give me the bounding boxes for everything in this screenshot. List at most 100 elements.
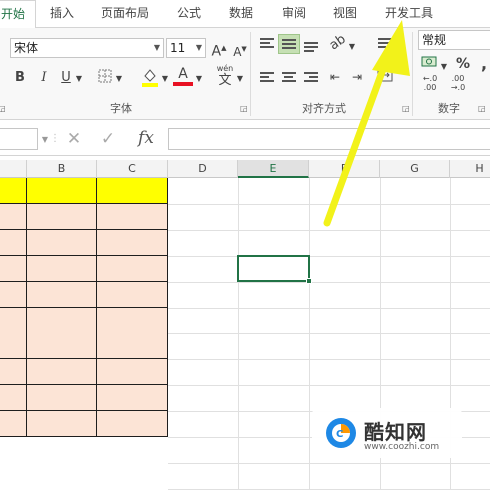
- font-color-button[interactable]: A: [173, 66, 193, 88]
- formula-input[interactable]: [168, 128, 490, 150]
- table-cell[interactable]: [0, 178, 27, 204]
- insert-function-icon[interactable]: fx: [134, 129, 158, 147]
- table-cell[interactable]: [97, 256, 168, 282]
- table-cell[interactable]: [0, 359, 27, 385]
- font-size-select[interactable]: 11 ▼: [166, 38, 206, 58]
- table-cell[interactable]: [27, 411, 97, 437]
- font-name-select[interactable]: 宋体 ▼: [10, 38, 164, 58]
- increase-decimal-icon: ←.0: [422, 74, 438, 83]
- table-cell[interactable]: [0, 411, 27, 437]
- tab-insert[interactable]: 插入: [50, 0, 74, 28]
- table-cell[interactable]: [27, 178, 97, 204]
- font-color-chevron-icon[interactable]: ▼: [195, 70, 203, 88]
- table-cell[interactable]: [0, 204, 27, 230]
- align-bottom-icon[interactable]: [304, 42, 318, 54]
- table-cell[interactable]: [97, 385, 168, 411]
- font-size-value: 11: [170, 41, 186, 55]
- increase-indent-icon[interactable]: ⇥: [348, 68, 366, 86]
- tab-formulas[interactable]: 公式: [177, 0, 201, 28]
- increase-decimal-button[interactable]: ←.0 .00: [418, 74, 442, 92]
- cancel-entry-icon[interactable]: ✕: [64, 130, 84, 148]
- name-box-chevron-icon[interactable]: ▼: [40, 131, 50, 149]
- underline-chevron-icon[interactable]: ▼: [75, 70, 83, 88]
- merge-center-button[interactable]: [376, 68, 394, 88]
- active-cell-e4[interactable]: [237, 255, 312, 284]
- bold-button[interactable]: B: [12, 69, 28, 87]
- table-cell[interactable]: [97, 308, 168, 334]
- table-cell[interactable]: [27, 204, 97, 230]
- underline-button[interactable]: U: [58, 69, 74, 87]
- table-cell[interactable]: [97, 204, 168, 230]
- align-center-icon[interactable]: [282, 72, 296, 84]
- align-middle-button[interactable]: [278, 34, 300, 54]
- table-cell[interactable]: [97, 359, 168, 385]
- table-cell[interactable]: [27, 333, 97, 359]
- fill-handle[interactable]: [306, 278, 312, 284]
- table-cell[interactable]: [0, 230, 27, 256]
- tab-home[interactable]: 开始: [0, 0, 36, 29]
- comma-style-button[interactable]: ,: [478, 55, 490, 73]
- font-dialog-launcher-icon[interactable]: ◲: [240, 104, 248, 113]
- grow-font-button[interactable]: A▲: [210, 39, 228, 61]
- table-cell[interactable]: [27, 385, 97, 411]
- column-header-e[interactable]: E: [238, 160, 309, 178]
- column-header-f[interactable]: F: [309, 160, 380, 178]
- table-cell[interactable]: [0, 385, 27, 411]
- border-chevron-icon[interactable]: ▼: [115, 70, 123, 88]
- table-cell[interactable]: [0, 308, 27, 334]
- clipboard-dialog-launcher-icon[interactable]: ◲: [0, 104, 6, 113]
- align-left-icon[interactable]: [260, 72, 274, 84]
- number-format-select[interactable]: 常规: [418, 30, 490, 50]
- phonetic-char-icon: 文: [218, 73, 232, 88]
- table-cell[interactable]: [97, 411, 168, 437]
- fill-color-button[interactable]: [140, 67, 160, 89]
- gridline-horizontal: [168, 333, 490, 334]
- table-cell[interactable]: [0, 256, 27, 282]
- fill-color-chevron-icon[interactable]: ▼: [161, 70, 169, 88]
- column-header-d[interactable]: D: [168, 160, 238, 178]
- orientation-chevron-icon[interactable]: ▼: [348, 38, 356, 56]
- number-format-value: 常规: [422, 33, 447, 47]
- confirm-entry-icon[interactable]: ✓: [98, 130, 118, 148]
- tab-review[interactable]: 审阅: [282, 0, 306, 28]
- table-cell[interactable]: [27, 282, 97, 308]
- formula-bar-grip-icon[interactable]: ⋮: [50, 130, 60, 148]
- percent-style-button[interactable]: %: [455, 55, 471, 73]
- column-header-a[interactable]: [0, 160, 27, 178]
- table-cell[interactable]: [27, 308, 97, 334]
- table-cell[interactable]: [27, 359, 97, 385]
- wrap-text-icon[interactable]: [378, 38, 392, 50]
- decrease-decimal-button[interactable]: .00 →.0: [446, 74, 470, 92]
- table-cell[interactable]: [0, 333, 27, 359]
- shrink-font-button[interactable]: A▼: [231, 40, 249, 61]
- tab-view[interactable]: 视图: [333, 0, 357, 28]
- phonetic-button[interactable]: wén 文: [214, 64, 236, 90]
- tab-page-layout[interactable]: 页面布局: [101, 0, 149, 28]
- border-button[interactable]: [96, 69, 114, 89]
- column-header-g[interactable]: G: [380, 160, 450, 178]
- gridline-horizontal: [168, 385, 490, 386]
- column-header-b[interactable]: B: [27, 160, 97, 178]
- table-cell[interactable]: [0, 282, 27, 308]
- gridline-vertical: [309, 178, 310, 490]
- table-cell[interactable]: [97, 282, 168, 308]
- table-cell[interactable]: [27, 230, 97, 256]
- table-cell[interactable]: [27, 256, 97, 282]
- align-top-icon[interactable]: [260, 38, 274, 50]
- tab-data[interactable]: 数据: [229, 0, 253, 28]
- align-right-icon[interactable]: [304, 72, 318, 84]
- table-cell[interactable]: [97, 333, 168, 359]
- italic-button[interactable]: I: [36, 69, 52, 87]
- table-cell[interactable]: [97, 178, 168, 204]
- accounting-format-button[interactable]: [420, 54, 438, 76]
- name-box[interactable]: [0, 128, 38, 150]
- alignment-dialog-launcher-icon[interactable]: ◲: [402, 104, 410, 113]
- phonetic-chevron-icon[interactable]: ▼: [236, 70, 244, 88]
- number-dialog-launcher-icon[interactable]: ◲: [478, 104, 486, 113]
- tab-developer[interactable]: 开发工具: [385, 0, 433, 28]
- table-cell[interactable]: [97, 230, 168, 256]
- font-group-label: 字体: [110, 102, 132, 115]
- column-header-c[interactable]: C: [97, 160, 168, 178]
- column-header-h[interactable]: H: [450, 160, 490, 178]
- decrease-indent-icon[interactable]: ⇤: [326, 68, 344, 86]
